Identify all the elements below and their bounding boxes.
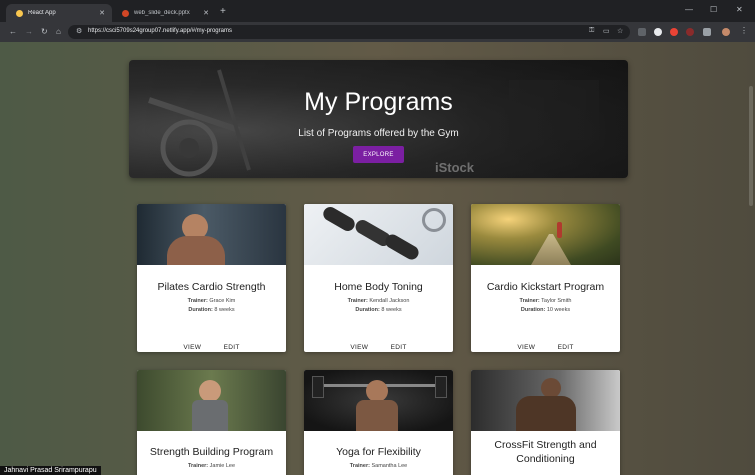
key-icon[interactable]: ⚿: [589, 27, 594, 35]
page-scrollbar[interactable]: [749, 86, 753, 206]
maximize-button[interactable]: ☐: [710, 5, 717, 14]
program-image: [471, 370, 620, 431]
program-title: Home Body Toning: [334, 281, 423, 293]
address-bar[interactable]: ⚙ https://csci5709s24group07.netlify.app…: [68, 25, 630, 39]
program-title: Strength Building Program: [149, 446, 274, 458]
program-duration: Duration: 8 weeks: [304, 306, 453, 315]
card-actions: VIEW EDIT: [137, 336, 286, 352]
program-duration: Duration: 10 weeks: [471, 306, 620, 315]
browser-tab-bar: React App ✕ web_slide_deck.pptx ✕ + — ☐ …: [0, 0, 755, 22]
powerpoint-favicon-icon: [122, 9, 129, 17]
program-image: [471, 204, 620, 265]
tab-title: web_slide_deck.pptx: [134, 10, 190, 16]
duration-value: 8 weeks: [381, 307, 402, 313]
edit-button[interactable]: EDIT: [558, 344, 574, 351]
participant-name-caption: Jahnavi Prasad Srirampurapu: [0, 466, 101, 475]
reload-button[interactable]: ↻: [41, 27, 48, 37]
programs-hero-banner: My Programs List of Programs offered by …: [129, 60, 628, 178]
program-title: Yoga for Flexibility: [336, 446, 421, 458]
trainer-label: Trainer:: [187, 463, 209, 469]
program-card: CrossFit Strength and Conditioning: [471, 370, 620, 475]
tab-slide-deck[interactable]: web_slide_deck.pptx ✕: [112, 4, 216, 22]
close-window-button[interactable]: ✕: [736, 5, 743, 14]
program-trainer: Trainer: Samantha Lee: [304, 462, 453, 471]
program-image: [137, 204, 286, 265]
close-tab-icon[interactable]: ✕: [203, 9, 209, 17]
url-text: https://csci5709s24group07.netlify.app/#…: [88, 28, 232, 34]
duration-value: 8 weeks: [214, 307, 235, 313]
edit-button[interactable]: EDIT: [224, 344, 240, 351]
program-duration: Duration: 8 weeks: [137, 306, 286, 315]
profile-avatar[interactable]: [722, 28, 730, 36]
program-card: Strength Building Program Trainer: Jamie…: [137, 370, 286, 475]
tab-react-app[interactable]: React App ✕: [6, 4, 112, 22]
card-actions: VIEW EDIT: [304, 336, 453, 352]
program-trainer: Trainer: Grace Kim: [137, 297, 286, 306]
program-title: Pilates Cardio Strength: [157, 281, 266, 293]
trainer-label: Trainer:: [349, 463, 370, 469]
page-viewport: My Programs List of Programs offered by …: [0, 42, 755, 475]
program-trainer: Trainer: Kendall Jackson: [304, 297, 453, 306]
program-title: Cardio Kickstart Program: [486, 281, 605, 293]
program-title: CrossFit Strength and Conditioning: [494, 439, 597, 465]
tab-title: React App: [28, 10, 56, 16]
trainer-name: Samantha Lee: [371, 463, 408, 469]
menu-icon[interactable]: ⋮: [740, 26, 748, 36]
program-card: Pilates Cardio Strength Trainer: Grace K…: [137, 204, 286, 352]
duration-label: Duration:: [355, 307, 380, 313]
page-title: My Programs: [304, 88, 453, 116]
trainer-name: Jamie Lee: [209, 463, 236, 469]
trainer-label: Trainer:: [347, 298, 368, 304]
duration-label: Duration:: [188, 307, 213, 313]
forward-button[interactable]: →: [25, 27, 33, 37]
extension-icon[interactable]: [670, 28, 678, 36]
extensions-puzzle-icon[interactable]: [703, 28, 711, 36]
extension-icon[interactable]: [654, 28, 662, 36]
view-button[interactable]: VIEW: [517, 344, 535, 351]
program-image: [304, 370, 453, 431]
program-card: Yoga for Flexibility Trainer: Samantha L…: [304, 370, 453, 475]
extension-icon[interactable]: [686, 28, 694, 36]
view-button[interactable]: VIEW: [183, 344, 201, 351]
program-trainer: Trainer: Jamie Lee: [137, 462, 286, 471]
duration-label: Duration:: [520, 307, 546, 313]
trainer-name: Grace Kim: [209, 298, 236, 304]
minimize-button[interactable]: —: [685, 5, 693, 14]
program-trainer: Trainer: Taylor Smith: [471, 297, 620, 306]
card-actions: VIEW EDIT: [471, 336, 620, 352]
page-subtitle: List of Programs offered by the Gym: [298, 128, 459, 139]
program-card: Cardio Kickstart Program Trainer: Taylor…: [471, 204, 620, 352]
back-button[interactable]: ←: [9, 27, 17, 37]
trainer-label: Trainer:: [519, 298, 540, 304]
program-image: [137, 370, 286, 431]
program-card: Home Body Toning Trainer: Kendall Jackso…: [304, 204, 453, 352]
explore-button[interactable]: EXPLORE: [353, 146, 404, 163]
browser-toolbar: ← → ↻ ⌂ ⚙ https://csci5709s24group07.net…: [0, 22, 755, 42]
trainer-name: Taylor Smith: [541, 298, 572, 304]
site-info-icon[interactable]: ⚙: [76, 27, 82, 35]
new-tab-button[interactable]: +: [220, 6, 226, 17]
view-button[interactable]: VIEW: [350, 344, 368, 351]
extension-icon[interactable]: [638, 28, 646, 36]
cast-icon[interactable]: ▭: [603, 27, 610, 35]
istock-watermark: iStock: [435, 160, 475, 175]
home-button[interactable]: ⌂: [56, 27, 61, 37]
close-tab-icon[interactable]: ✕: [99, 9, 105, 17]
react-app-favicon-icon: [16, 9, 23, 17]
trainer-name: Kendall Jackson: [369, 298, 410, 304]
duration-value: 10 weeks: [546, 307, 571, 313]
trainer-label: Trainer:: [187, 298, 208, 304]
edit-button[interactable]: EDIT: [391, 344, 407, 351]
program-image: [304, 204, 453, 265]
star-icon[interactable]: ☆: [617, 27, 623, 35]
